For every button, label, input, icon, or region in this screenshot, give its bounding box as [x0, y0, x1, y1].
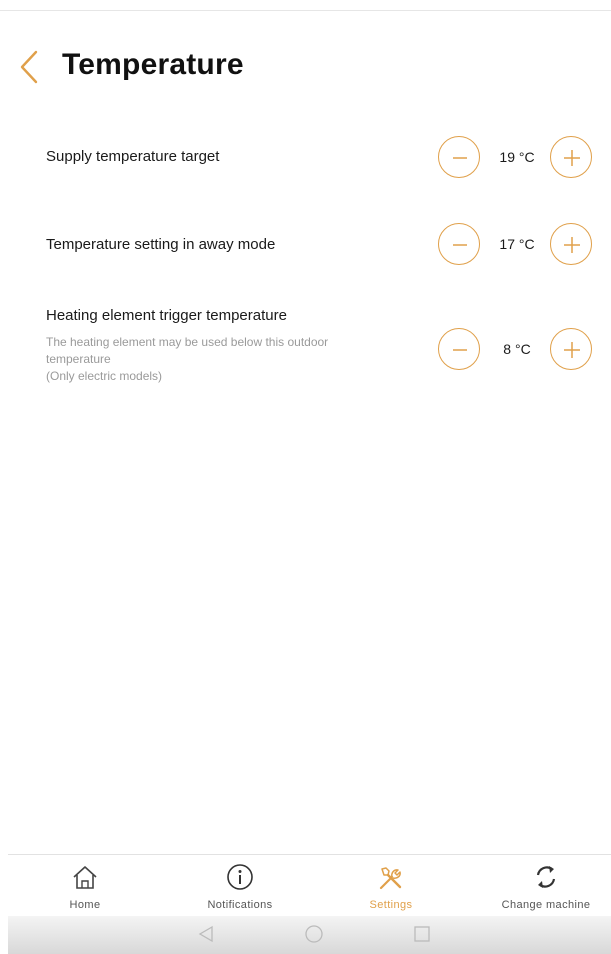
increase-button[interactable] — [550, 223, 592, 265]
nav-label: Notifications — [207, 899, 273, 911]
chevron-left-icon — [20, 50, 38, 84]
back-button[interactable] — [14, 46, 44, 88]
nav-item-notifications[interactable]: Notifications — [180, 855, 300, 917]
plus-icon — [564, 150, 580, 166]
refresh-icon — [536, 866, 556, 888]
page-title: Temperature — [62, 48, 244, 81]
decrease-button[interactable] — [438, 328, 480, 370]
setting-title: Heating element trigger temperature — [46, 307, 287, 324]
setting-away-temperature: Temperature setting in away mode 17 °C — [0, 214, 611, 274]
system-navigation-bar — [8, 916, 611, 954]
increase-button[interactable] — [550, 136, 592, 178]
temperature-value: 8 °C — [503, 341, 531, 357]
home-icon — [73, 866, 97, 889]
nav-item-settings[interactable]: Settings — [336, 855, 446, 917]
nav-label: Home — [69, 899, 101, 911]
nav-item-change-machine[interactable]: Change machine — [486, 855, 606, 917]
bottom-nav: Home Notifications Settings Change machi… — [8, 854, 611, 917]
minus-icon — [453, 244, 467, 246]
minus-icon — [453, 349, 467, 351]
setting-title: Supply temperature target — [46, 148, 220, 165]
minus-icon — [453, 157, 467, 159]
system-back-icon[interactable] — [196, 924, 216, 944]
increase-button[interactable] — [550, 328, 592, 370]
description-line: (Only electric models) — [46, 369, 163, 383]
setting-heating-element-trigger: Heating element trigger temperature The … — [0, 300, 611, 400]
nav-item-home[interactable]: Home — [30, 855, 140, 917]
system-home-icon[interactable] — [304, 924, 324, 944]
info-icon — [227, 864, 253, 890]
tools-icon — [379, 867, 402, 890]
description-line: temperature — [46, 352, 111, 366]
temperature-value: 19 °C — [499, 149, 535, 165]
setting-title: Temperature setting in away mode — [46, 236, 276, 253]
nav-label: Settings — [369, 899, 413, 911]
header: Temperature — [0, 40, 611, 96]
setting-supply-temperature: Supply temperature target 19 °C — [0, 130, 611, 190]
nav-label: Change machine — [501, 899, 591, 911]
description-line: The heating element may be used below th… — [46, 335, 329, 349]
top-divider — [0, 0, 611, 11]
decrease-button[interactable] — [438, 136, 480, 178]
temperature-value: 17 °C — [499, 236, 535, 252]
decrease-button[interactable] — [438, 223, 480, 265]
system-recents-icon[interactable] — [412, 924, 432, 944]
plus-icon — [564, 342, 580, 358]
plus-icon — [564, 237, 580, 253]
setting-description: The heating element may be used below th… — [46, 334, 386, 385]
